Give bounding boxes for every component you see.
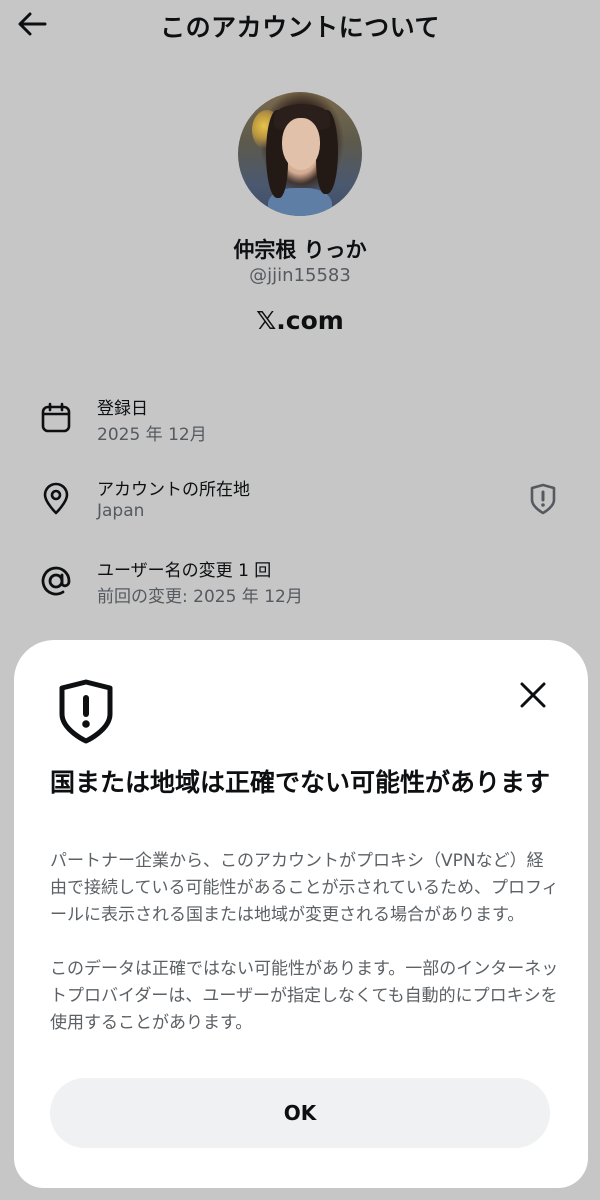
page-title: このアカウントについて	[160, 13, 440, 42]
joined-label: 登録日	[97, 399, 148, 419]
info-row-location: アカウントの所在地 Japan	[0, 473, 600, 533]
profile-name: 仲宗根 りっか	[233, 238, 367, 262]
shield-alert-icon	[530, 483, 556, 515]
calendar-icon	[38, 400, 74, 436]
info-row-username-changes: ユーザー名の変更 1 回 前回の変更: 2025 年 12月	[0, 554, 600, 614]
avatar-face	[282, 118, 320, 170]
sheet-title: 国または地域は正確でない可能性があります	[50, 768, 551, 797]
avatar[interactable]	[238, 92, 362, 216]
joined-value: 2025 年 12月	[97, 425, 207, 445]
warning-bottom-sheet: 国または地域は正確でない可能性があります パートナー企業から、このアカウントがプ…	[14, 640, 588, 1188]
shield-alert-icon	[54, 678, 118, 746]
close-icon	[520, 682, 546, 708]
at-sign-icon	[38, 563, 74, 599]
location-value: Japan	[97, 501, 145, 521]
location-label: アカウントの所在地	[97, 480, 250, 500]
ok-button[interactable]: OK	[50, 1078, 550, 1148]
sheet-paragraph-proxy: パートナー企業から、このアカウントがプロキシ（VPNなど）経由で接続している可能…	[50, 851, 559, 925]
sheet-paragraph-accuracy: このデータは正確ではない可能性があります。一部のインターネットプロバイダーは、ユ…	[50, 959, 559, 1033]
close-button[interactable]	[514, 676, 552, 714]
username-changes-value: 前回の変更: 2025 年 12月	[97, 587, 303, 607]
profile-handle: @jjin15583	[249, 265, 351, 286]
screen: このアカウントについて 仲宗根 りっか @jjin15583 𝕏.com 登録日…	[0, 0, 600, 1200]
location-shield-button[interactable]	[526, 482, 560, 516]
info-row-joined: 登録日 2025 年 12月	[0, 392, 600, 452]
site-logo: 𝕏.com	[256, 306, 344, 335]
header: このアカウントについて	[0, 0, 600, 50]
username-changes-label: ユーザー名の変更 1 回	[97, 561, 272, 581]
location-pin-icon	[38, 481, 74, 517]
